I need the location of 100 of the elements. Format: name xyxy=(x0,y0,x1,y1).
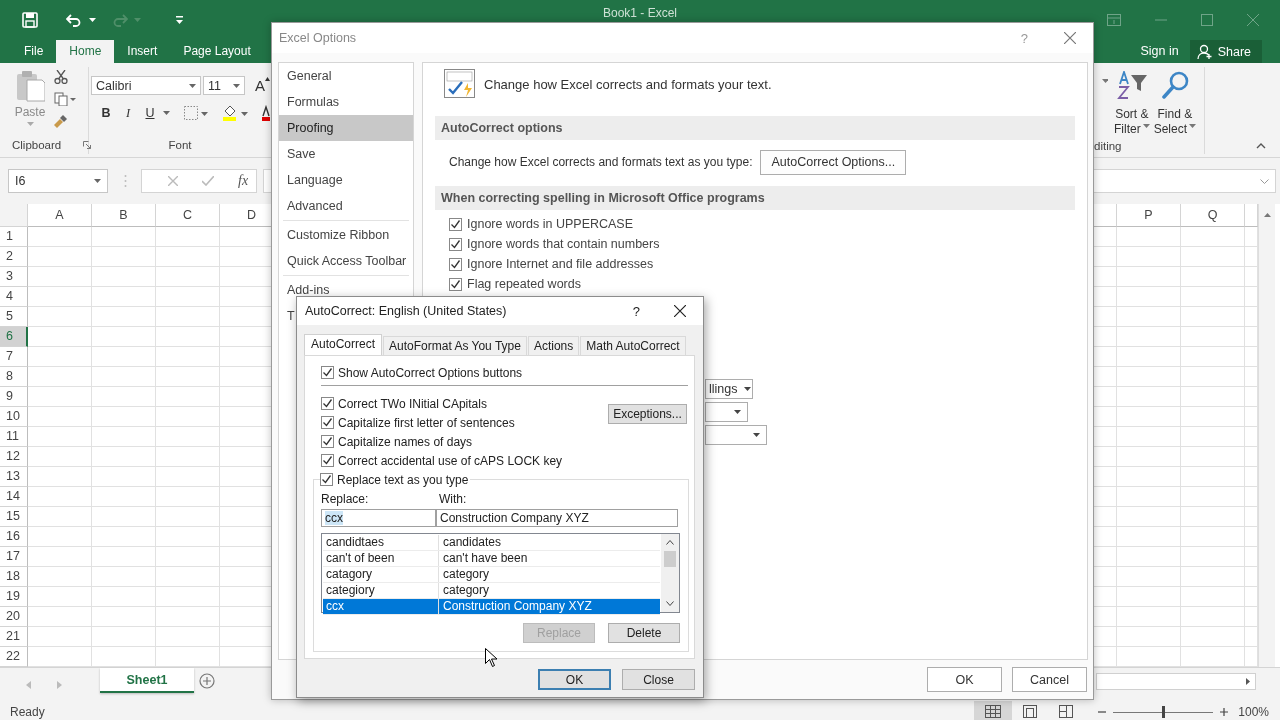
row-header[interactable]: 15 xyxy=(0,507,28,527)
spreadsheet-cell[interactable] xyxy=(1117,347,1181,367)
spreadsheet-cell[interactable] xyxy=(1181,247,1245,267)
list-item[interactable]: can't have been xyxy=(439,551,660,566)
spreadsheet-cell[interactable] xyxy=(1117,367,1181,387)
list-item[interactable]: Construction Company XYZ xyxy=(439,599,660,614)
insert-function-button[interactable]: fx xyxy=(238,173,249,189)
name-box[interactable]: I6 xyxy=(8,169,108,193)
list-item[interactable]: can't of been xyxy=(323,551,439,566)
spreadsheet-cell[interactable] xyxy=(28,447,92,467)
spreadsheet-cell[interactable] xyxy=(1181,587,1245,607)
spreadsheet-cell[interactable] xyxy=(28,627,92,647)
spreadsheet-cell[interactable] xyxy=(92,407,156,427)
spreadsheet-cell[interactable] xyxy=(156,527,220,547)
row-header[interactable]: 22 xyxy=(0,647,28,667)
spreadsheet-cell[interactable] xyxy=(1117,227,1181,247)
row-header[interactable]: 6 xyxy=(0,327,28,347)
redo-icon[interactable] xyxy=(112,13,128,27)
list-item[interactable]: categiory xyxy=(323,583,439,598)
customize-icon[interactable] xyxy=(175,15,184,25)
spreadsheet-cell[interactable] xyxy=(92,507,156,527)
spreadsheet-cell[interactable] xyxy=(92,567,156,587)
sidebar-item[interactable]: Quick Access Toolbar xyxy=(279,248,413,274)
ok-button[interactable]: OK xyxy=(538,669,611,690)
spreadsheet-cell[interactable] xyxy=(1117,547,1181,567)
save-icon[interactable] xyxy=(22,12,38,28)
autocorrect-options-button[interactable]: AutoCorrect Options... xyxy=(760,149,907,175)
row-header[interactable]: 19 xyxy=(0,587,28,607)
spreadsheet-cell[interactable] xyxy=(1117,407,1181,427)
paintbrush-icon[interactable] xyxy=(54,114,68,128)
ribbon-display-icon[interactable] xyxy=(1107,14,1121,26)
list-scrollbar[interactable] xyxy=(661,534,679,612)
dialog-tab[interactable]: AutoFormat As You Type xyxy=(383,336,527,355)
dropdown[interactable] xyxy=(705,425,767,445)
dialog-button[interactable]: OK xyxy=(927,667,1002,692)
spreadsheet-cell[interactable] xyxy=(1181,547,1245,567)
spreadsheet-cell[interactable] xyxy=(28,507,92,527)
dialog-tab[interactable]: Actions xyxy=(527,336,580,355)
borders-icon[interactable] xyxy=(184,106,208,120)
normal-view-icon[interactable] xyxy=(974,701,1013,720)
select-all-corner[interactable] xyxy=(0,204,28,227)
dialog-button[interactable]: Cancel xyxy=(1012,667,1087,692)
close-button[interactable]: Close xyxy=(622,669,695,690)
checkbox[interactable] xyxy=(449,257,462,271)
spreadsheet-cell[interactable] xyxy=(28,367,92,387)
slider-thumb[interactable] xyxy=(1162,705,1166,718)
scissors-icon[interactable] xyxy=(54,70,68,84)
row-header[interactable]: 10 xyxy=(0,407,28,427)
row-header[interactable]: 9 xyxy=(0,387,28,407)
font-size-box[interactable]: 11 xyxy=(203,76,245,95)
spreadsheet-cell[interactable] xyxy=(92,467,156,487)
spreadsheet-cell[interactable] xyxy=(156,547,220,567)
caret-icon[interactable] xyxy=(1102,79,1108,83)
dropdown[interactable] xyxy=(705,402,748,422)
maximize-icon[interactable] xyxy=(1201,14,1213,26)
font-name-box[interactable]: Calibri xyxy=(91,76,201,95)
spreadsheet-cell[interactable] xyxy=(1181,287,1245,307)
spreadsheet-cell[interactable] xyxy=(92,347,156,367)
spreadsheet-cell[interactable] xyxy=(1181,427,1245,447)
column-header[interactable]: A xyxy=(28,204,92,227)
underline-button[interactable]: U xyxy=(141,106,159,120)
spreadsheet-cell[interactable] xyxy=(92,547,156,567)
spreadsheet-cell[interactable] xyxy=(1117,267,1181,287)
checkbox[interactable] xyxy=(321,397,334,410)
spreadsheet-cell[interactable] xyxy=(1117,447,1181,467)
spreadsheet-cell[interactable] xyxy=(156,427,220,447)
spreadsheet-cell[interactable] xyxy=(156,327,220,347)
enter-icon[interactable] xyxy=(202,176,214,186)
row-header[interactable]: 18 xyxy=(0,567,28,587)
spreadsheet-cell[interactable] xyxy=(92,287,156,307)
spreadsheet-cell[interactable] xyxy=(92,327,156,347)
spreadsheet-cell[interactable] xyxy=(28,487,92,507)
spreadsheet-cell[interactable] xyxy=(1117,487,1181,507)
sidebar-item[interactable]: Proofing xyxy=(279,115,413,141)
dialog-tab[interactable]: Math AutoCorrect xyxy=(580,336,686,355)
spreadsheet-cell[interactable] xyxy=(156,347,220,367)
right-arrow-icon[interactable] xyxy=(1246,678,1250,685)
spreadsheet-cell[interactable] xyxy=(156,487,220,507)
spreadsheet-cell[interactable] xyxy=(92,607,156,627)
spreadsheet-cell[interactable] xyxy=(156,407,220,427)
spreadsheet-cell[interactable] xyxy=(156,587,220,607)
spreadsheet-cell[interactable] xyxy=(1117,627,1181,647)
sign-in-link[interactable]: Sign in xyxy=(1140,40,1179,63)
column-header[interactable]: B xyxy=(92,204,156,227)
spreadsheet-cell[interactable] xyxy=(156,507,220,527)
checkbox[interactable] xyxy=(321,416,334,429)
spreadsheet-cell[interactable] xyxy=(1117,287,1181,307)
ribbon-tab[interactable]: Page Layout xyxy=(170,40,264,63)
ribbon-tab[interactable]: Home xyxy=(56,40,115,63)
checkbox[interactable] xyxy=(449,217,462,231)
spreadsheet-cell[interactable] xyxy=(92,587,156,607)
spreadsheet-cell[interactable] xyxy=(28,227,92,247)
exceptions-button[interactable]: Exceptions... xyxy=(608,404,687,424)
column-header[interactable] xyxy=(1245,204,1258,227)
row-header[interactable]: 17 xyxy=(0,547,28,567)
row-header[interactable]: 2 xyxy=(0,247,28,267)
spreadsheet-cell[interactable] xyxy=(1181,367,1245,387)
row-header[interactable]: 1 xyxy=(0,227,28,247)
spreadsheet-cell[interactable] xyxy=(92,527,156,547)
spreadsheet-cell[interactable] xyxy=(1181,347,1245,367)
